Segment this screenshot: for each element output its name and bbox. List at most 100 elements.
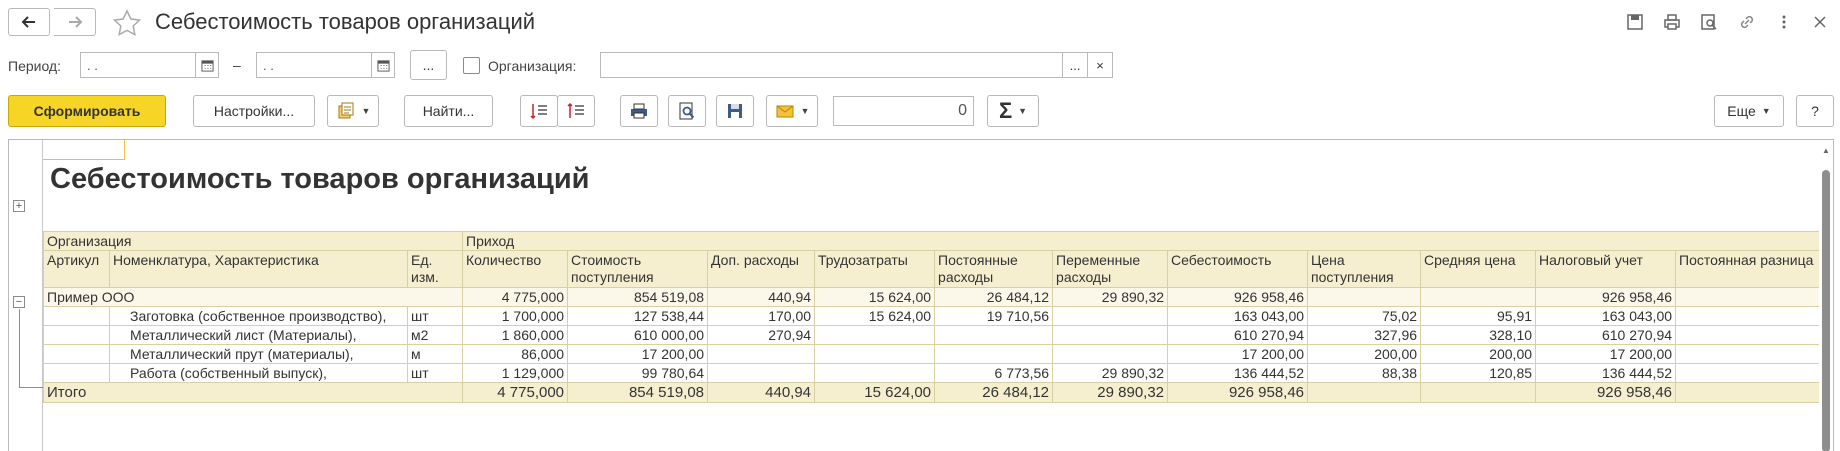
group-value: 926 958,46	[1535, 287, 1677, 307]
send-email-button[interactable]: ▼	[766, 95, 818, 127]
organization-select-button[interactable]: ...	[1062, 52, 1088, 78]
header-row-1: Организация Приход	[42, 231, 1827, 251]
value-cell	[814, 325, 936, 345]
help-button[interactable]: ?	[1796, 95, 1834, 127]
value-cell	[934, 344, 1054, 364]
find-button[interactable]: Найти...	[404, 95, 493, 127]
vertical-scrollbar[interactable]: ▲	[1819, 140, 1833, 451]
save-report-button[interactable]	[716, 95, 754, 127]
table-row[interactable]: Заготовка (собственное производство), шт 1…	[43, 306, 1827, 326]
column-header: Артикул	[43, 250, 110, 288]
nomenclature-cell: Металлический прут (материалы),	[109, 344, 408, 364]
organization-clear-button[interactable]: ×	[1087, 52, 1113, 78]
save-icon[interactable]	[1625, 12, 1645, 32]
date-to-field[interactable]: . .	[256, 52, 372, 78]
value-cell	[814, 363, 936, 383]
column-header: Количество	[462, 250, 569, 288]
group-value: 854 519,08	[567, 287, 709, 307]
group-value: 926 958,46	[1167, 287, 1309, 307]
column-header: Ед. изм.	[406, 250, 464, 288]
value-cell	[1675, 344, 1827, 364]
article-cell	[43, 306, 110, 326]
total-row[interactable]: Итого 4 775,000 854 519,08 440,94 15 624,00…	[42, 382, 1827, 403]
total-value: 926 958,46	[1167, 382, 1309, 403]
nomenclature-cell: Заготовка (собственное производство),	[109, 306, 408, 326]
collapse-rows-button[interactable]	[557, 95, 595, 127]
back-button[interactable]	[8, 8, 50, 36]
value-cell: 163 043,00	[1167, 306, 1309, 326]
value-cell	[1675, 325, 1827, 345]
total-value: 440,94	[707, 382, 816, 403]
collapse-group-icon[interactable]: −	[13, 296, 25, 308]
column-header: Стоимость поступления	[567, 250, 709, 288]
header-income: Приход	[462, 231, 1827, 251]
group-name: Пример ООО	[42, 287, 464, 307]
date-from-calendar-button[interactable]	[195, 52, 219, 78]
table-row[interactable]: Металлический лист (Материалы), м2 1 860,0…	[43, 325, 1827, 345]
table-row[interactable]: Металлический прут (материалы), м 86,000 17…	[43, 344, 1827, 364]
column-header: Переменные расходы	[1052, 250, 1169, 288]
value-cell: 19 710,56	[934, 306, 1054, 326]
more-vertical-icon[interactable]	[1774, 12, 1794, 32]
value-cell: 610 270,94	[1167, 325, 1309, 345]
organization-field[interactable]	[600, 52, 1063, 78]
group-row[interactable]: Пример ООО 4 775,000 854 519,08 440,94 15 6…	[42, 287, 1827, 307]
table-row[interactable]: Работа (собственный выпуск), шт 1 129,000 9…	[43, 363, 1827, 383]
value-cell: 163 043,00	[1535, 306, 1677, 326]
value-cell	[934, 325, 1054, 345]
value-cell	[1675, 363, 1827, 383]
link-icon[interactable]	[1737, 12, 1757, 32]
calendar-icon	[200, 59, 214, 72]
total-value	[1307, 382, 1422, 403]
calendar-icon	[376, 59, 390, 72]
scrollbar-thumb[interactable]	[1822, 170, 1830, 451]
sigma-icon: Σ	[998, 98, 1013, 123]
favorite-star-icon[interactable]	[112, 9, 142, 37]
preview-button[interactable]	[668, 95, 706, 127]
generate-button[interactable]: Сформировать	[8, 95, 166, 127]
organization-checkbox[interactable]	[463, 57, 480, 74]
scroll-up-icon[interactable]: ▲	[1822, 146, 1830, 155]
group-value: 4 775,000	[462, 287, 569, 307]
unit-cell: м	[406, 344, 464, 364]
settings-button[interactable]: Настройки...	[193, 95, 315, 127]
value-cell	[707, 363, 816, 383]
sum-dropdown-button[interactable]: Σ ▼	[987, 95, 1039, 127]
report-title: Себестоимость товаров организаций	[50, 163, 590, 195]
total-value	[1675, 382, 1827, 403]
forward-button[interactable]	[54, 8, 96, 36]
value-cell: 1 860,000	[462, 325, 569, 345]
value-cell	[1052, 306, 1169, 326]
envelope-icon	[776, 105, 794, 118]
column-header: Налоговый учет	[1535, 250, 1677, 288]
print-icon[interactable]	[1662, 12, 1682, 32]
arrow-right-icon	[68, 16, 82, 28]
expand-rows-icon	[530, 104, 547, 120]
report-table: Организация Приход Артикул Номенклатура, …	[42, 231, 1827, 403]
variant-dropdown-button[interactable]: ▼	[327, 95, 379, 127]
value-cell: 1 129,000	[462, 363, 569, 383]
value-cell: 99 780,64	[567, 363, 709, 383]
report-area[interactable]: + − Себестоимость товаров организаций Ор…	[8, 139, 1834, 451]
value-cell: 17 200,00	[567, 344, 709, 364]
period-select-button[interactable]: ...	[410, 50, 447, 80]
total-value	[1420, 382, 1537, 403]
value-cell: 327,96	[1307, 325, 1422, 345]
more-button[interactable]: Еще ▼	[1714, 95, 1784, 127]
sum-field[interactable]: 0	[833, 96, 974, 126]
group-value	[1307, 287, 1422, 307]
print-button[interactable]	[620, 95, 658, 127]
date-from-field[interactable]: . .	[80, 52, 196, 78]
value-cell: 328,10	[1420, 325, 1537, 345]
column-header: Цена поступления	[1307, 250, 1422, 288]
preview-icon[interactable]	[1699, 12, 1719, 32]
group-value	[1420, 287, 1537, 307]
column-header: Себестоимость	[1167, 250, 1309, 288]
expand-rows-button[interactable]	[520, 95, 558, 127]
value-cell: 17 200,00	[1535, 344, 1677, 364]
unit-cell: м2	[406, 325, 464, 345]
date-to-calendar-button[interactable]	[371, 52, 395, 78]
total-value: 926 958,46	[1535, 382, 1677, 403]
close-icon[interactable]	[1810, 12, 1830, 32]
expand-all-icon[interactable]: +	[13, 200, 25, 212]
